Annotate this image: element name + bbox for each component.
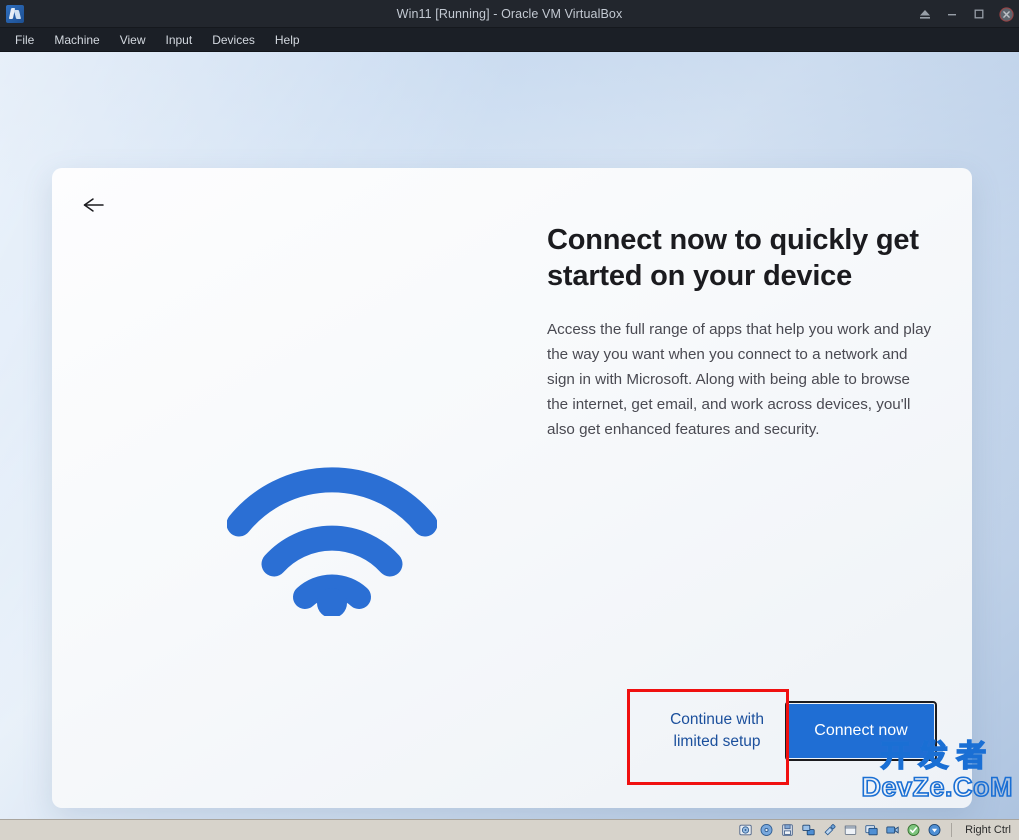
menu-view[interactable]: View (111, 30, 155, 50)
oobe-action-row: Continue with limited setup Connect now (656, 699, 937, 763)
menu-machine[interactable]: Machine (45, 30, 108, 50)
wifi-icon (226, 466, 438, 621)
menu-devices[interactable]: Devices (203, 30, 264, 50)
keyboard-icon[interactable] (927, 823, 942, 837)
page-title: Connect now to quickly get started on yo… (547, 224, 919, 292)
restore-button[interactable] (972, 7, 986, 21)
back-button[interactable] (74, 185, 118, 229)
floppy-disk-icon[interactable] (780, 823, 795, 837)
optical-disc-icon[interactable] (759, 823, 774, 837)
connect-now-button[interactable]: Connect now (785, 701, 937, 761)
wifi-illustration (182, 408, 482, 678)
oobe-card: Connect now to quickly get started on yo… (52, 168, 972, 808)
host-key-label: Right Ctrl (965, 824, 1011, 836)
continue-with-limited-setup-link[interactable]: Continue with limited setup (656, 699, 778, 763)
window-controls (918, 6, 1014, 22)
virtualbox-logo-icon (6, 4, 24, 23)
window-titlebar: Win11 [Running] - Oracle VM VirtualBox (0, 0, 1019, 28)
menu-file[interactable]: File (6, 30, 43, 50)
page-description: Access the full range of apps that help … (547, 320, 932, 439)
statusbar: Right Ctrl (0, 819, 1019, 840)
virtualbox-window: Win11 [Running] - Oracle VM VirtualBox F… (0, 0, 1019, 840)
eject-button[interactable] (918, 7, 932, 21)
network-icon[interactable] (801, 823, 816, 837)
menu-input[interactable]: Input (157, 30, 202, 50)
back-arrow-icon (81, 196, 111, 219)
mouse-integration-icon[interactable] (906, 823, 921, 837)
window-title: Win11 [Running] - Oracle VM VirtualBox (396, 6, 623, 21)
display-icon[interactable] (864, 823, 879, 837)
oobe-text-column: Connect now to quickly get started on yo… (547, 223, 932, 442)
menubar: File Machine View Input Devices Help (0, 28, 1019, 52)
close-button[interactable] (999, 6, 1014, 22)
usb-icon[interactable] (822, 823, 837, 837)
menu-help[interactable]: Help (266, 30, 309, 50)
hard-disk-icon[interactable] (738, 823, 753, 837)
minimize-button[interactable] (945, 7, 959, 21)
guest-screen: Connect now to quickly get started on yo… (0, 52, 1019, 819)
statusbar-separator (951, 823, 953, 837)
shared-folder-icon[interactable] (843, 823, 858, 837)
recording-icon[interactable] (885, 823, 900, 837)
